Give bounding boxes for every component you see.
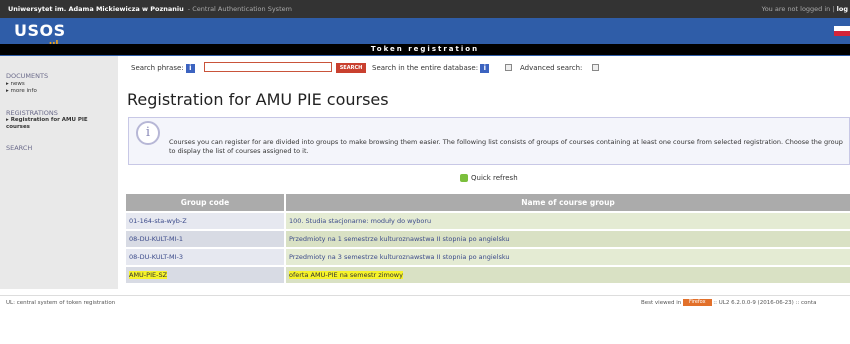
contact-link[interactable]: conta [801,300,816,306]
footer-right: Best viewed in Firefox :: UL2 6.2.0.0-9 … [641,299,817,306]
firefox-badge[interactable]: Firefox [682,299,712,306]
advanced-search-checkbox[interactable] [592,64,599,71]
search-phrase-label: Search phrase: [131,64,184,72]
best-viewed-label: Best viewed in [641,300,682,306]
top-bar: Uniwersytet im. Adama Mickiewicza w Pozn… [0,0,850,18]
column-header-group-code[interactable]: Group code [126,194,284,211]
system-name: - Central Authentication System [187,5,292,13]
info-box: i Courses you can register for are divid… [128,117,850,165]
group-code-cell[interactable]: AMU-PIE-SZ [126,267,284,283]
table-header: Group code Name of course group [126,194,850,211]
sidebar: DOCUMENTS ▸ news ▸ more info REGISTRATIO… [0,56,118,289]
advanced-search-label: Advanced search: [520,64,583,72]
highlighted-name: oferta AMU-PIE na semestr zimowy [289,271,403,279]
table-row[interactable]: 08-DU-KULT-MI-3 Przedmioty na 3 semestrz… [126,249,850,265]
info-text: Courses you can register for are divided… [169,138,843,155]
group-name-cell[interactable]: oferta AMU-PIE na semestr zimowy [286,267,850,283]
refresh-icon [460,174,468,182]
group-code-cell[interactable]: 08-DU-KULT-MI-3 [126,249,284,265]
search-row: Search phrase: i [131,62,195,74]
column-header-group-name[interactable]: Name of course group [286,194,850,211]
group-name-cell[interactable]: Przedmioty na 1 semestrze kulturoznawstw… [286,231,850,247]
group-code-cell[interactable]: 08-DU-KULT-MI-1 [126,231,284,247]
login-link[interactable]: log [837,5,848,13]
page-heading: Registration for AMU PIE courses [127,90,389,109]
quick-refresh-link[interactable]: Quick refresh [460,174,518,183]
highlighted-code: AMU-PIE-SZ [129,271,168,279]
footer: UL: central system of token registration… [0,296,850,310]
group-name-cell[interactable]: 100. Studia stacjonarne: moduły do wybor… [286,213,850,229]
usos-logo[interactable]: USOS [14,22,66,40]
search-button[interactable]: SEARCH [336,63,366,73]
login-status: You are not logged in | log [761,5,848,13]
group-name-cell[interactable]: Przedmioty na 3 semestrze kulturoznawstw… [286,249,850,265]
info-icon[interactable]: i [185,63,195,73]
table-row[interactable]: AMU-PIE-SZ oferta AMU-PIE na semestr zim… [126,267,850,283]
info-circle-icon: i [136,121,160,145]
sidebar-heading-search[interactable]: SEARCH [6,144,32,152]
version-label: UL2 6.2.0.0-9 (2016-06-23) [718,300,794,306]
entire-database-label: Search in the entire database: i [372,62,490,74]
table-row[interactable]: 01-164-sta-wyb-Z 100. Studia stacjonarne… [126,213,850,229]
polish-flag-icon[interactable] [834,26,850,36]
university-name: Uniwersytet im. Adama Mickiewicza w Pozn… [8,5,292,13]
group-code-cell[interactable]: 01-164-sta-wyb-Z [126,213,284,229]
entire-database-checkbox[interactable] [505,64,512,71]
sidebar-item-more-info[interactable]: ▸ more info [6,88,37,94]
page-title-bar: Token registration [0,44,850,55]
info-icon[interactable]: i [480,63,490,73]
sidebar-heading-documents[interactable]: DOCUMENTS [6,72,48,80]
sidebar-heading-registrations[interactable]: REGISTRATIONS [6,109,58,117]
sidebar-item-news[interactable]: ▸ news [6,81,25,87]
table-row[interactable]: 08-DU-KULT-MI-1 Przedmioty na 1 semestrz… [126,231,850,247]
footer-system-label: UL: central system of token registration [6,300,116,306]
search-input[interactable] [204,62,332,72]
sidebar-item-registration[interactable]: ▸ Registration for AMU PIE courses [6,117,106,131]
